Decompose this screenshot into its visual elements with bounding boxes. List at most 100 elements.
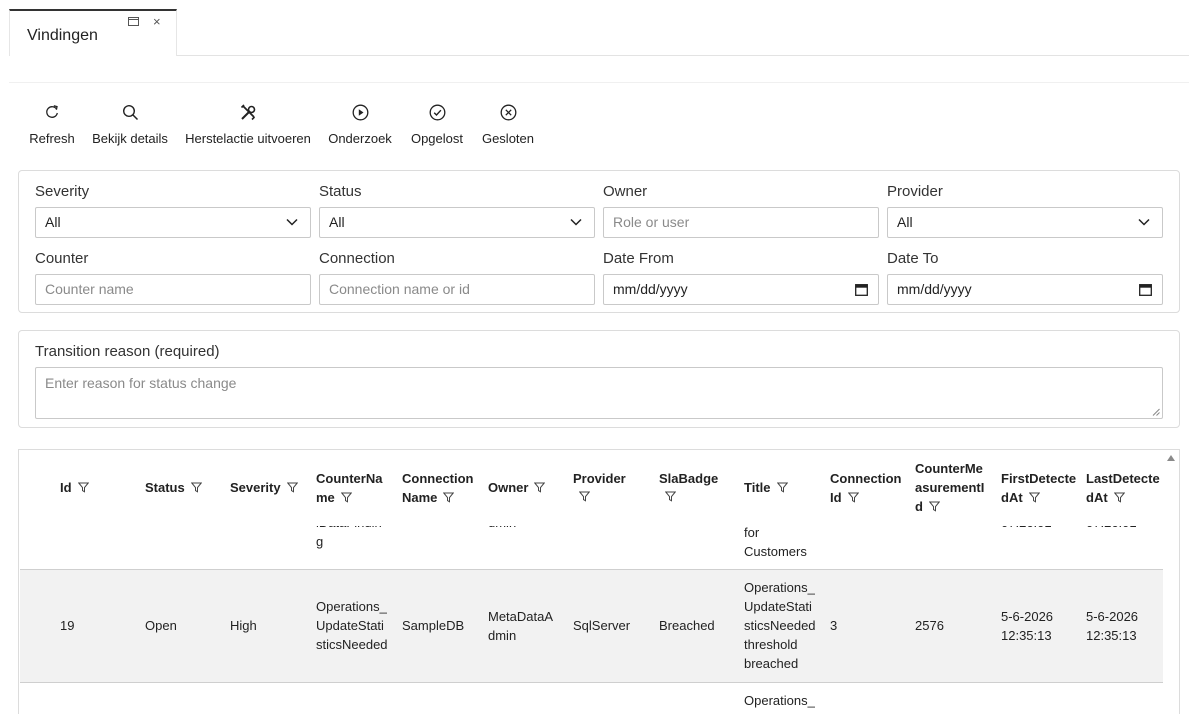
filter-icon[interactable] xyxy=(190,482,202,493)
refresh-label: Refresh xyxy=(29,131,75,146)
column-header-last-detected[interactable]: LastDetecte dAt xyxy=(1086,469,1160,507)
severity-value: All xyxy=(45,214,61,230)
column-header-connection-name[interactable]: Connection Name xyxy=(402,469,474,507)
column-header-first-detected[interactable]: FirstDetecte dAt xyxy=(1001,469,1076,507)
check-circle-icon xyxy=(429,104,445,121)
cell-id[interactable]: 19 xyxy=(60,616,74,635)
cell-counter-measurement-id[interactable]: 2576 xyxy=(915,616,944,635)
column-header-counter-name[interactable]: CounterNa me xyxy=(316,469,382,507)
status-value: All xyxy=(329,214,345,230)
filter-icon[interactable] xyxy=(77,482,89,493)
closed-label: Gesloten xyxy=(481,131,535,146)
filter-icon[interactable] xyxy=(1113,492,1125,503)
refresh-button[interactable]: Refresh xyxy=(26,100,78,150)
transition-reason-placeholder: Enter reason for status change xyxy=(45,375,237,391)
column-header-title[interactable]: Title xyxy=(744,478,788,497)
search-icon xyxy=(122,104,138,121)
remediation-button[interactable]: Herstelactie uitvoeren xyxy=(184,100,312,150)
column-header-severity[interactable]: Severity xyxy=(230,478,298,497)
counter-input[interactable]: Counter name xyxy=(35,274,311,305)
cell-connection-name[interactable]: SampleDB xyxy=(402,616,464,635)
cell-title[interactable]: Operations_ xyxy=(744,691,815,710)
connection-input[interactable]: Connection name or id xyxy=(319,274,595,305)
filter-icon[interactable] xyxy=(664,491,677,502)
findings-grid: lDataFindin g dmin for Customers 07:26:0… xyxy=(18,449,1180,714)
cell-counter-name[interactable]: Operations_ UpdateStati sticsNeeded xyxy=(316,597,388,654)
column-header-provider[interactable]: Provider xyxy=(573,469,626,507)
cell-last-detected[interactable]: 5-6-2026 12:35:13 xyxy=(1086,607,1138,645)
filter-icon[interactable] xyxy=(776,482,788,493)
transition-reason-panel: Transition reason (required) Enter reaso… xyxy=(18,330,1180,428)
column-header-connection-id[interactable]: Connection Id xyxy=(830,469,902,507)
view-details-button[interactable]: Bekijk details xyxy=(89,100,171,150)
filter-icon[interactable] xyxy=(1028,492,1040,503)
transition-reason-textarea[interactable]: Enter reason for status change xyxy=(35,367,1163,419)
counter-label: Counter xyxy=(35,250,89,267)
view-details-label: Bekijk details xyxy=(92,131,168,146)
calendar-icon[interactable] xyxy=(1139,283,1152,296)
column-header-id[interactable]: Id xyxy=(60,478,89,497)
date-to-value: mm/dd/yyyy xyxy=(897,281,972,297)
scroll-up-arrow-icon[interactable] xyxy=(1167,455,1175,461)
closed-button[interactable]: Gesloten xyxy=(480,100,536,150)
tools-icon xyxy=(240,104,256,121)
calendar-icon[interactable] xyxy=(855,283,868,296)
provider-value: All xyxy=(897,214,913,230)
grid-header: Id Status Severity CounterNa me Connecti… xyxy=(19,450,1164,526)
filter-icon[interactable] xyxy=(340,492,352,503)
severity-label: Severity xyxy=(35,183,90,200)
float-window-icon[interactable] xyxy=(128,17,139,26)
remediation-label: Herstelactie uitvoeren xyxy=(185,131,311,146)
status-select[interactable]: All xyxy=(319,207,595,238)
filter-panel: Severity All Status All Owner Role or us… xyxy=(18,170,1180,313)
filter-icon[interactable] xyxy=(578,491,591,502)
status-label: Status xyxy=(319,183,362,200)
cell-status[interactable]: Open xyxy=(145,616,177,635)
column-header-sla-badge[interactable]: SlaBadge xyxy=(659,469,718,507)
filter-icon[interactable] xyxy=(443,492,455,503)
date-to-input[interactable]: mm/dd/yyyy xyxy=(887,274,1163,305)
column-header-status[interactable]: Status xyxy=(145,478,202,497)
vertical-scrollbar[interactable] xyxy=(1163,450,1179,714)
provider-label: Provider xyxy=(887,183,943,200)
divider xyxy=(9,82,1189,83)
cell-provider[interactable]: SqlServer xyxy=(573,616,630,635)
filter-icon[interactable] xyxy=(286,482,298,493)
x-circle-icon xyxy=(500,104,516,121)
tab-strip: Vindingen × xyxy=(9,0,1189,56)
date-to-label: Date To xyxy=(887,250,939,267)
owner-label: Owner xyxy=(603,183,648,200)
filter-icon[interactable] xyxy=(847,492,859,503)
tab-title: Vindingen xyxy=(27,27,98,44)
cell-severity[interactable]: High xyxy=(230,616,257,635)
resolved-label: Opgelost xyxy=(410,131,464,146)
date-from-value: mm/dd/yyyy xyxy=(613,281,688,297)
chevron-down-icon xyxy=(1138,218,1150,226)
cell-title[interactable]: Operations_ UpdateStati sticsNeeded thre… xyxy=(744,578,816,673)
cell-title[interactable]: for Customers xyxy=(744,523,807,561)
owner-input[interactable]: Role or user xyxy=(603,207,879,238)
cell-connection-id[interactable]: 3 xyxy=(830,616,837,635)
filter-icon[interactable] xyxy=(534,482,546,493)
tab-vindingen[interactable]: Vindingen × xyxy=(9,9,177,56)
resolved-button[interactable]: Opgelost xyxy=(408,100,466,150)
cell-first-detected[interactable]: 5-6-2026 12:35:13 xyxy=(1001,607,1053,645)
connection-label: Connection xyxy=(319,250,395,267)
play-circle-icon xyxy=(352,104,368,121)
refresh-icon xyxy=(46,105,58,118)
chevron-down-icon xyxy=(570,218,582,226)
resize-grip-icon[interactable] xyxy=(1152,408,1160,416)
cell-sla-badge[interactable]: Breached xyxy=(659,616,715,635)
investigate-button[interactable]: Onderzoek xyxy=(326,100,394,150)
provider-select[interactable]: All xyxy=(887,207,1163,238)
severity-select[interactable]: All xyxy=(35,207,311,238)
investigate-label: Onderzoek xyxy=(328,131,392,146)
date-from-label: Date From xyxy=(603,250,674,267)
chevron-down-icon xyxy=(286,218,298,226)
cell-owner[interactable]: MetaDataA dmin xyxy=(488,607,553,645)
column-header-counter-measurement-id[interactable]: CounterMe asurementI d xyxy=(915,459,984,516)
close-icon[interactable]: × xyxy=(153,15,161,28)
date-from-input[interactable]: mm/dd/yyyy xyxy=(603,274,879,305)
filter-icon[interactable] xyxy=(928,501,940,512)
column-header-owner[interactable]: Owner xyxy=(488,478,546,497)
